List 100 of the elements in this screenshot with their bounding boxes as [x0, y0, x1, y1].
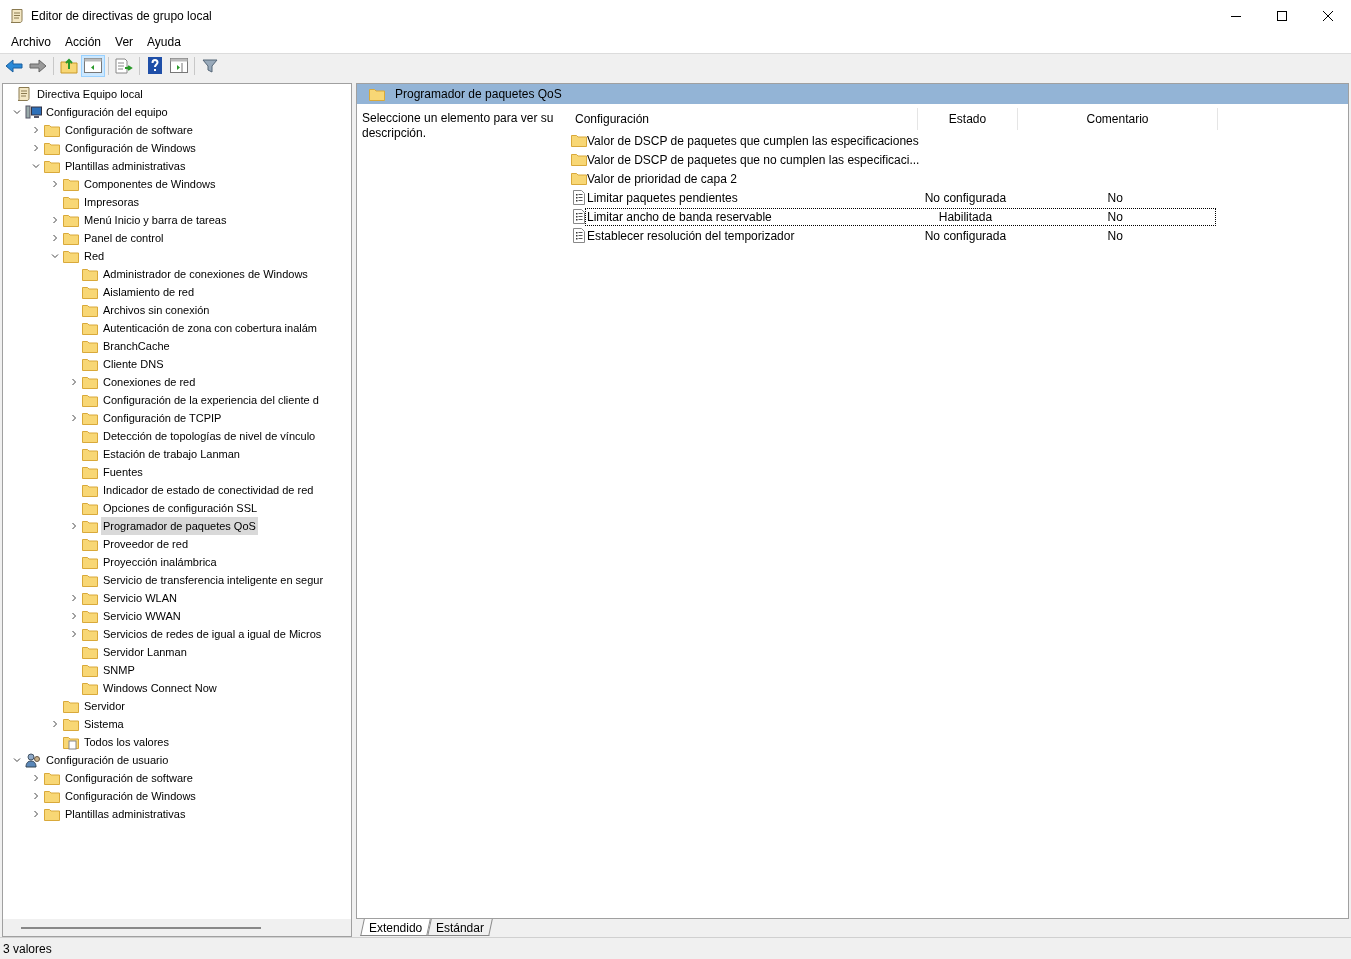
tree-item[interactable]: Proyección inalámbrica — [101, 553, 219, 571]
folder-icon — [44, 159, 60, 173]
tree-item[interactable]: Configuración de usuario — [44, 751, 171, 769]
chevron-right-icon[interactable] — [51, 720, 59, 728]
chevron-right-icon[interactable] — [70, 630, 78, 638]
tree-item[interactable]: Componentes de Windows — [82, 175, 218, 193]
column-header[interactable]: Estado — [918, 108, 1018, 130]
tree-item[interactable]: Autenticación de zona con cobertura inalám — [101, 319, 320, 337]
policy-row[interactable]: Limitar paquetes pendientes No configurada No — [585, 188, 1216, 207]
window-title: Editor de directivas de grupo local — [31, 7, 212, 25]
tree-item[interactable]: Directiva Equipo local — [35, 85, 145, 103]
setting-icon — [573, 190, 585, 205]
menu-item[interactable]: Archivo — [4, 32, 58, 52]
tree-item[interactable]: Todos los valores — [82, 733, 171, 751]
tree-item[interactable]: SNMP — [101, 661, 137, 679]
folder-icon — [82, 573, 98, 587]
chevron-right-icon[interactable] — [70, 414, 78, 422]
tree-item[interactable]: Fuentes — [101, 463, 145, 481]
folder-icon — [63, 177, 79, 191]
tree-item[interactable]: Windows Connect Now — [101, 679, 219, 697]
menu-item[interactable]: Ver — [108, 32, 141, 52]
chevron-right-icon[interactable] — [32, 810, 40, 818]
chevron-right-icon[interactable] — [70, 522, 78, 530]
tree-item[interactable]: Administrador de conexiones de Windows — [101, 265, 310, 283]
chevron-right-icon[interactable] — [32, 126, 40, 134]
folder-icon — [82, 519, 98, 533]
policy-row[interactable]: Valor de prioridad de capa 2 — [585, 169, 1216, 188]
column-header[interactable]: Configuración — [568, 108, 918, 130]
tree-item[interactable]: Red — [82, 247, 107, 265]
tree-item[interactable]: BranchCache — [101, 337, 172, 355]
tree-item[interactable]: Programador de paquetes QoS — [101, 517, 258, 535]
menu-item[interactable]: Ayuda — [140, 32, 188, 52]
folder-icon — [63, 231, 79, 245]
folder-icon — [44, 771, 60, 785]
folder-icon — [82, 393, 98, 407]
chevron-right-icon[interactable] — [51, 234, 59, 242]
chevron-down-icon[interactable] — [13, 108, 21, 116]
tree-item[interactable]: Servicios de redes de igual a igual de Micros — [101, 625, 324, 643]
policy-row[interactable]: Valor de DSCP de paquetes que no cumplen las especificaci... — [585, 150, 1216, 169]
tree-item[interactable]: Configuración de Windows — [63, 787, 198, 805]
chevron-right-icon[interactable] — [32, 792, 40, 800]
folder-icon — [82, 321, 98, 335]
folder-icon — [571, 172, 587, 185]
tree-item[interactable]: Servicio WWAN — [101, 607, 183, 625]
tree-item[interactable]: Servicio WLAN — [101, 589, 179, 607]
tree-item[interactable]: Aislamiento de red — [101, 283, 197, 301]
chevron-right-icon[interactable] — [70, 594, 78, 602]
tree-item[interactable]: Detección de topologías de nivel de vínculo — [101, 427, 318, 445]
chevron-right-icon[interactable] — [70, 612, 78, 620]
tree-item[interactable]: Configuración de software — [63, 769, 195, 787]
tree-item[interactable]: Configuración de TCPIP — [101, 409, 224, 427]
chevron-right-icon[interactable] — [32, 774, 40, 782]
status-text: 3 valores — [2, 940, 52, 958]
folder-icon — [82, 447, 98, 461]
tree-item[interactable]: Proveedor de red — [101, 535, 190, 553]
tree-item[interactable]: Configuración del equipo — [44, 103, 170, 121]
folder-icon — [63, 249, 79, 263]
folder-icon — [571, 153, 587, 166]
tree-item[interactable]: Opciones de configuración SSL — [101, 499, 260, 517]
tree-item[interactable]: Servicio de transferencia inteligente en segur — [101, 571, 326, 589]
tree-item[interactable]: Indicador de estado de conectividad de red — [101, 481, 316, 499]
view-tab[interactable]: Estándar — [427, 919, 494, 936]
tree-item[interactable]: Conexiones de red — [101, 373, 198, 391]
menu-item[interactable]: Acción — [58, 32, 109, 52]
chevron-right-icon[interactable] — [51, 216, 59, 224]
folder-icon — [82, 339, 98, 353]
chevron-down-icon[interactable] — [51, 252, 59, 260]
tree-item[interactable]: Servidor Lanman — [101, 643, 189, 661]
tree-item[interactable]: Archivos sin conexión — [101, 301, 212, 319]
folder-icon — [63, 213, 79, 227]
policy-row[interactable]: Limitar ancho de banda reservable Habilitada No — [585, 207, 1216, 226]
policy-row[interactable]: Valor de DSCP de paquetes que cumplen las especificaciones — [585, 131, 1216, 150]
tree-item[interactable]: Configuración de Windows — [63, 139, 198, 157]
folder-icon — [44, 807, 60, 821]
chevron-right-icon[interactable] — [70, 378, 78, 386]
folder-icon — [82, 375, 98, 389]
tree-item[interactable]: Sistema — [82, 715, 126, 733]
folder-icon — [82, 555, 98, 569]
folder-icon — [82, 609, 98, 623]
horizontal-scrollbar[interactable] — [21, 926, 261, 929]
chevron-down-icon[interactable] — [13, 756, 21, 764]
chevron-right-icon[interactable] — [51, 180, 59, 188]
tree-item[interactable]: Estación de trabajo Lanman — [101, 445, 242, 463]
chevron-down-icon[interactable] — [32, 162, 40, 170]
chevron-right-icon[interactable] — [32, 144, 40, 152]
tree-item[interactable]: Menú Inicio y barra de tareas — [82, 211, 229, 229]
tree-item[interactable]: Servidor — [82, 697, 127, 715]
view-tab[interactable]: Extendido — [360, 919, 432, 936]
folder-icon — [82, 267, 98, 281]
policy-row[interactable]: Establecer resolución del temporizador No configurada No — [585, 226, 1216, 245]
show-tree-icon[interactable] — [81, 54, 105, 77]
tree-item[interactable]: Plantillas administrativas — [63, 805, 188, 823]
tree-item[interactable]: Configuración de software — [63, 121, 195, 139]
tree-item[interactable]: Plantillas administrativas — [63, 157, 188, 175]
tree-item[interactable]: Cliente DNS — [101, 355, 166, 373]
column-header[interactable]: Comentario — [1018, 108, 1218, 130]
folder-icon — [82, 627, 98, 641]
tree-item[interactable]: Panel de control — [82, 229, 166, 247]
tree-item[interactable]: Configuración de la experiencia del cliente d — [101, 391, 321, 409]
tree-item[interactable]: Impresoras — [82, 193, 142, 211]
